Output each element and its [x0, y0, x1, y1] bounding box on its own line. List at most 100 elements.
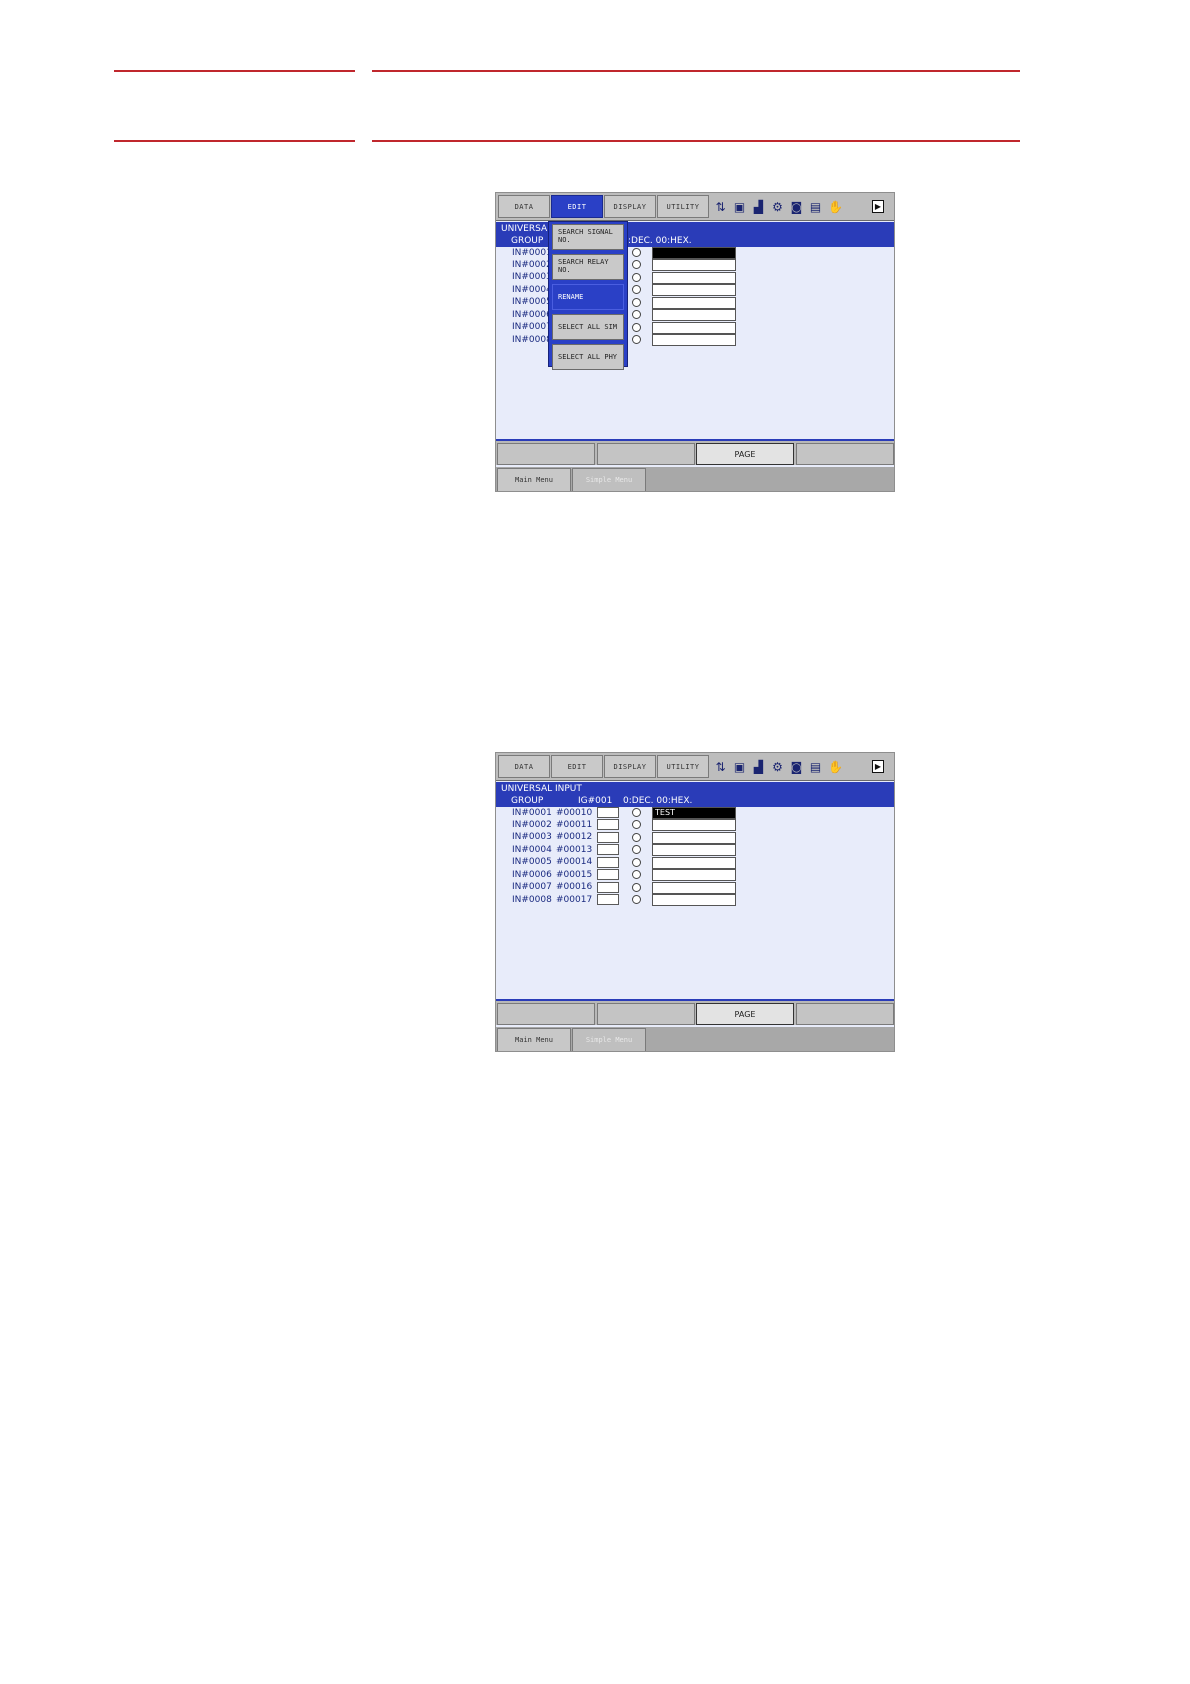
end-icon[interactable]: ▶ [872, 760, 884, 773]
memory-icon: ▤ [809, 199, 822, 214]
group-value: IG#001 [578, 796, 613, 806]
status-radio[interactable] [632, 883, 641, 892]
signal-name-field[interactable] [652, 869, 736, 881]
tab-utility[interactable]: UTILITY [657, 755, 709, 778]
status-icon-area: ⇅ ▣ ▟ ⚙ ◙ ▤ ✋ ▶ [714, 195, 894, 218]
status-radio[interactable] [632, 298, 641, 307]
tab-edit[interactable]: EDIT [551, 755, 603, 778]
status-radio[interactable] [632, 335, 641, 344]
signal-name-field[interactable] [652, 309, 736, 321]
signal-label: IN#0005 [512, 857, 552, 867]
status-radio[interactable] [632, 820, 641, 829]
sim-checkbox[interactable] [597, 857, 619, 868]
signal-name-field[interactable] [652, 284, 736, 296]
main-menu-bar: DATA EDIT DISPLAY UTILITY ⇅ ▣ ▟ ⚙ ◙ ▤ ✋ … [496, 753, 894, 781]
bottom-menu-bar: Main Menu Simple Menu [496, 1027, 894, 1051]
function-key-bar: PAGE [496, 999, 894, 1025]
page-button[interactable]: PAGE [696, 1003, 794, 1025]
menu-item-select-all-sim[interactable]: SELECT ALL SIM [552, 314, 624, 340]
relay-label: #00012 [556, 832, 593, 842]
signal-name-field[interactable] [652, 334, 736, 346]
signal-name-field[interactable] [652, 832, 736, 844]
page-button[interactable]: PAGE [696, 443, 794, 465]
menu-item-search-relay-no[interactable]: SEARCH RELAY NO. [552, 254, 624, 280]
status-radio[interactable] [632, 285, 641, 294]
tool-icon: ▣ [733, 759, 746, 774]
end-icon[interactable]: ▶ [872, 200, 884, 213]
tab-display[interactable]: DISPLAY [604, 195, 656, 218]
signal-label: IN#0007 [512, 322, 552, 332]
fkey-2[interactable] [597, 443, 695, 465]
menu-item-rename[interactable]: RENAME [552, 284, 624, 310]
function-key-bar: PAGE [496, 439, 894, 465]
signal-name-field[interactable] [652, 857, 736, 869]
signal-name-field[interactable] [652, 882, 736, 894]
signal-name-field[interactable] [652, 247, 736, 259]
relay-label: #00015 [556, 870, 593, 880]
relay-label: #00011 [556, 820, 593, 830]
signal-name-field[interactable] [652, 819, 736, 831]
status-radio[interactable] [632, 895, 641, 904]
signal-name-field[interactable] [652, 844, 736, 856]
simple-menu-button[interactable]: Simple Menu [572, 1028, 646, 1051]
axis-icon: ⇅ [715, 199, 726, 214]
tab-data[interactable]: DATA [498, 195, 550, 218]
fkey-4[interactable] [796, 1003, 894, 1025]
robot-icon: ⚙ [772, 759, 783, 774]
sim-checkbox[interactable] [597, 807, 619, 818]
signal-name-field[interactable] [652, 259, 736, 271]
tool-icon: ▣ [733, 199, 746, 214]
status-radio[interactable] [632, 310, 641, 319]
fkey-1[interactable] [497, 1003, 595, 1025]
pendant-screen-rename-menu: DATA EDIT DISPLAY UTILITY ⇅ ▣ ▟ ⚙ ◙ ▤ ✋ … [495, 192, 895, 492]
relay-label: #00014 [556, 857, 593, 867]
tab-utility[interactable]: UTILITY [657, 195, 709, 218]
sim-checkbox[interactable] [597, 869, 619, 880]
signal-label: IN#0008 [512, 895, 552, 905]
fkey-4[interactable] [796, 443, 894, 465]
sim-checkbox[interactable] [597, 819, 619, 830]
signal-name-field[interactable]: TEST [652, 807, 736, 819]
sim-checkbox[interactable] [597, 882, 619, 893]
sim-checkbox[interactable] [597, 844, 619, 855]
main-menu-button[interactable]: Main Menu [497, 1028, 571, 1051]
signal-label: IN#0007 [512, 882, 552, 892]
signal-label: IN#0004 [512, 845, 552, 855]
tab-display[interactable]: DISPLAY [604, 755, 656, 778]
signal-name-field[interactable] [652, 894, 736, 906]
sim-checkbox[interactable] [597, 894, 619, 905]
status-radio[interactable] [632, 260, 641, 269]
menu-item-select-all-phy[interactable]: SELECT ALL PHY [552, 344, 624, 370]
menu-item-search-signal-no[interactable]: SEARCH SIGNAL NO. [552, 224, 624, 250]
status-radio[interactable] [632, 808, 641, 817]
signal-name-field[interactable] [652, 322, 736, 334]
screen-title: UNIVERSAL [501, 224, 553, 234]
status-radio[interactable] [632, 845, 641, 854]
signal-label: IN#0002 [512, 820, 552, 830]
fkey-2[interactable] [597, 1003, 695, 1025]
hand-icon: ✋ [828, 199, 843, 214]
status-radio[interactable] [632, 870, 641, 879]
robot-icon: ⚙ [772, 199, 783, 214]
status-radio[interactable] [632, 323, 641, 332]
status-radio[interactable] [632, 273, 641, 282]
status-radio[interactable] [632, 248, 641, 257]
main-menu-bar: DATA EDIT DISPLAY UTILITY ⇅ ▣ ▟ ⚙ ◙ ▤ ✋ … [496, 193, 894, 221]
simple-menu-button[interactable]: Simple Menu [572, 468, 646, 491]
header-rule-left-top [114, 70, 355, 72]
signal-name-field[interactable] [652, 272, 736, 284]
status-radio[interactable] [632, 833, 641, 842]
fkey-1[interactable] [497, 443, 595, 465]
tab-data[interactable]: DATA [498, 755, 550, 778]
status-icon-area: ⇅ ▣ ▟ ⚙ ◙ ▤ ✋ ▶ [714, 755, 894, 778]
status-radio[interactable] [632, 858, 641, 867]
frame-icon: ◙ [790, 759, 803, 774]
signal-label: IN#0003 [512, 272, 552, 282]
main-menu-button[interactable]: Main Menu [497, 468, 571, 491]
signal-label: IN#0004 [512, 285, 552, 295]
signal-name-field[interactable] [652, 297, 736, 309]
screen-title: UNIVERSAL INPUT [501, 784, 582, 794]
sim-checkbox[interactable] [597, 832, 619, 843]
signal-label: IN#0002 [512, 260, 552, 270]
tab-edit[interactable]: EDIT [551, 195, 603, 218]
